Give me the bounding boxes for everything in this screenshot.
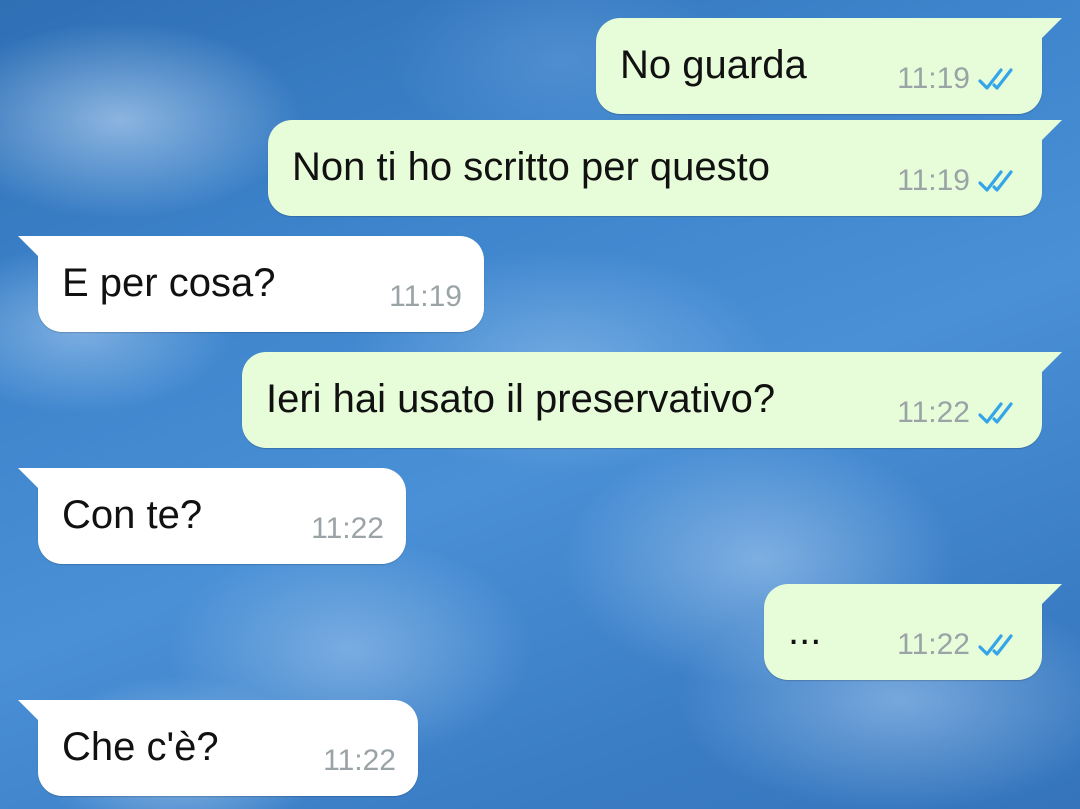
message-time: 11:19 (897, 62, 970, 95)
message-meta: 11:22 (897, 628, 1020, 662)
message-time: 11:19 (897, 164, 970, 197)
message-text: Che c'è? (62, 725, 219, 769)
double-check-icon (978, 170, 1013, 192)
chat-conversation: No guarda 11:19 Non ti ho scritto per qu… (0, 0, 1080, 809)
double-check-icon (978, 634, 1013, 656)
message-meta: 11:22 (311, 512, 384, 546)
message-text: E per cosa? (62, 261, 276, 305)
double-check-icon (978, 402, 1013, 424)
message-text: Non ti ho scritto per questo (292, 145, 771, 189)
double-check-icon (978, 68, 1013, 90)
message-text: No guarda (620, 43, 807, 87)
incoming-message[interactable]: Con te? 11:22 (18, 468, 406, 564)
message-meta: 11:19 (897, 62, 1020, 96)
message-time: 11:22 (897, 396, 970, 429)
incoming-message[interactable]: E per cosa? 11:19 (18, 236, 484, 332)
message-text: Ieri hai usato il preservativo? (266, 377, 776, 421)
outgoing-message[interactable]: Non ti ho scritto per questo 11:19 (268, 120, 1062, 216)
message-meta: 11:19 (389, 280, 462, 314)
message-meta: 11:22 (897, 396, 1020, 430)
message-time: 11:22 (897, 628, 970, 661)
message-text: ... (788, 609, 822, 653)
outgoing-message[interactable]: No guarda 11:19 (596, 18, 1062, 114)
message-time: 11:22 (323, 744, 396, 777)
incoming-message[interactable]: Che c'è? 11:22 (18, 700, 418, 796)
message-meta: 11:22 (323, 744, 396, 778)
outgoing-message[interactable]: Ieri hai usato il preservativo? 11:22 (242, 352, 1062, 448)
message-time: 11:19 (389, 280, 462, 313)
message-time: 11:22 (311, 512, 384, 545)
outgoing-message[interactable]: ... 11:22 (764, 584, 1062, 680)
message-text: Con te? (62, 493, 203, 537)
message-meta: 11:19 (897, 164, 1020, 198)
